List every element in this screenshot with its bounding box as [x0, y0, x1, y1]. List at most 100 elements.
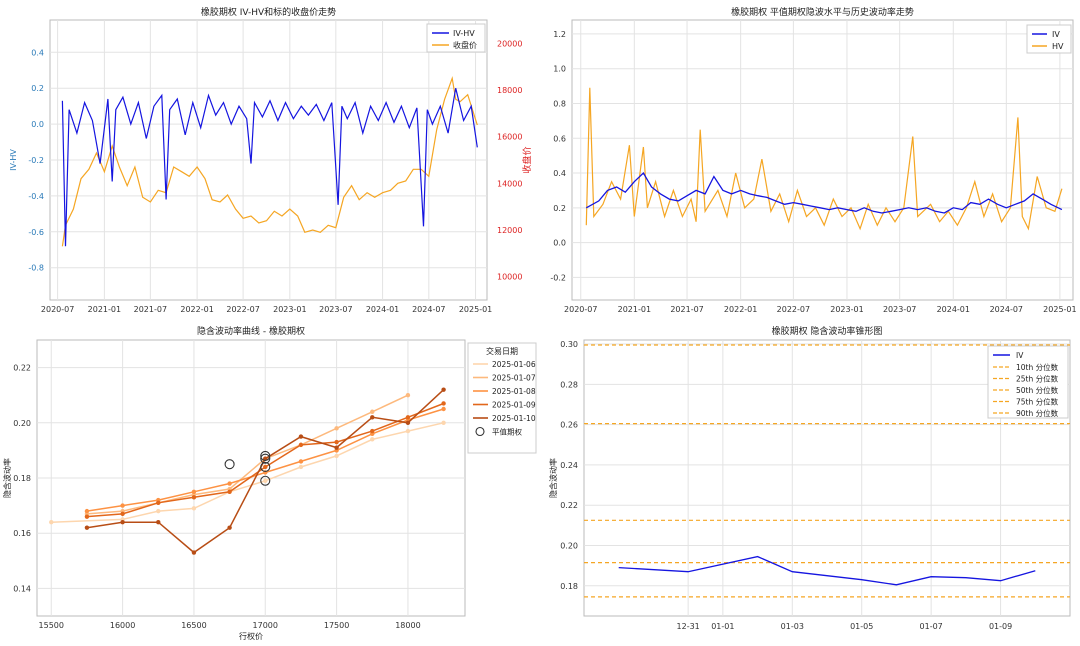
y-tick-label: 0.28: [560, 380, 578, 389]
y-right-tick-label: 16000: [497, 133, 522, 142]
legend-label-2025-01-10: 2025-01-10: [492, 414, 536, 423]
smile-point: [120, 519, 125, 525]
legend-label-hv: HV: [1052, 42, 1064, 51]
y-tick-label: 0.14: [13, 584, 31, 593]
y-tick-label: 0.6: [553, 134, 566, 143]
y-tick-label: 0.18: [560, 582, 578, 591]
legend-label-iv-hv: IV-HV: [453, 29, 475, 38]
y-tick-label: 1.0: [553, 65, 566, 74]
x-tick-label: 2023-01: [830, 305, 863, 314]
y-tick-label: 0.4: [553, 169, 566, 178]
x-tick-label: 2024-07: [990, 305, 1023, 314]
x-tick-label: 01-01: [711, 622, 734, 631]
x-tick-label: 2024-07: [412, 305, 445, 314]
smile-point: [334, 439, 339, 445]
smile-point: [370, 409, 375, 414]
smile-point: [370, 437, 375, 442]
smile-point: [441, 406, 446, 412]
legend-title: 交易日期: [486, 346, 518, 356]
x-tick-label: 01-05: [850, 622, 873, 631]
smile-point: [405, 420, 411, 425]
y-tick-label: 0.16: [13, 529, 31, 538]
legend-label-close: 收盘价: [453, 40, 477, 50]
y-tick-label: 0.22: [13, 364, 31, 373]
smile-point: [120, 511, 125, 517]
x-tick-label: 2021-07: [670, 305, 703, 314]
smile-point: [441, 387, 446, 392]
y-tick-label: 0.4: [31, 48, 44, 57]
chart-title: 隐含波动率曲线 - 橡胶期权: [197, 325, 305, 337]
legend-label-2025-01-07: 2025-01-07: [492, 374, 536, 383]
smile-point: [263, 478, 268, 483]
y-right-tick-label: 18000: [497, 86, 522, 95]
smile-point: [227, 489, 232, 494]
y-tick-label: 0.0: [31, 120, 44, 129]
x-tick-label: 2023-01: [273, 305, 306, 314]
x-tick-label: 2021-01: [88, 305, 121, 314]
x-tick-label: 2023-07: [883, 305, 916, 314]
y-tick-label: 0.26: [560, 421, 578, 430]
smile-point: [405, 393, 411, 398]
smile-point: [334, 426, 339, 431]
y-tick-label: 0.2: [31, 84, 44, 93]
y-tick-label: 0.20: [13, 419, 31, 428]
smile-point: [298, 434, 304, 439]
legend-box: [1026, 24, 1072, 54]
x-tick-label: 18000: [395, 621, 420, 630]
x-axis-label: 行权价: [239, 631, 263, 641]
x-tick-label: 16500: [181, 621, 206, 630]
x-tick-label: 2022-07: [226, 305, 259, 314]
y-axis-label: 隐含波动率: [2, 458, 12, 498]
iv-hv-close-chart: 2020-07 2021-01 2021-07 2022-01 2022-07 2023-…: [9, 6, 533, 314]
y-right-tick-label: 10000: [497, 273, 522, 282]
atm-iv-hv-chart-panel: 2020-07 2021-01 2021-07 2022-01 2022-07 2023-…: [540, 0, 1080, 318]
smile-point: [49, 519, 54, 525]
x-tick-label: 2025-01: [459, 305, 492, 314]
x-tick-label: 2020-07: [41, 305, 74, 314]
smile-point: [84, 508, 90, 514]
y-tick-label: 0.20: [560, 541, 578, 550]
smile-point: [298, 442, 304, 448]
y-tick-label: -0.2: [550, 273, 566, 282]
x-tick-label: 17000: [253, 621, 278, 630]
iv-cone-chart-panel: 12-31 01-01 01-03 01-05 01-07 01-09 0.18 0.20 0.…: [540, 318, 1080, 646]
x-tick-label: 2022-01: [724, 305, 757, 314]
iv-hv-close-chart-panel: 2020-07 2021-01 2021-07 2022-01 2022-07 2023-…: [0, 0, 540, 318]
smile-point: [191, 495, 197, 500]
legend-label-quantile: 90th 分位数: [1016, 408, 1059, 418]
y-tick-label: 0.22: [560, 501, 578, 510]
smile-point: [370, 415, 375, 420]
legend-label-iv: IV: [1016, 351, 1024, 360]
smile-point: [191, 489, 197, 494]
y-right-tick-label: 12000: [497, 226, 522, 235]
legend-label-iv: IV: [1052, 30, 1060, 39]
x-tick-label: 2021-01: [618, 305, 651, 314]
plot-area: [571, 19, 1074, 301]
y-tick-label: 0.0: [553, 239, 566, 248]
x-tick-label: 2022-07: [777, 305, 810, 314]
x-tick-label: 2022-01: [180, 305, 213, 314]
iv-smile-chart-panel: 15500 16000 16500 17000 17500 18000 0.14 0.16 0.…: [0, 318, 540, 646]
smile-point: [298, 464, 304, 470]
x-tick-label: 15500: [39, 621, 64, 630]
y-tick-label: 0.8: [553, 99, 566, 108]
smile-point: [334, 445, 339, 450]
x-tick-label: 16000: [110, 621, 135, 630]
y-right-tick-label: 20000: [497, 39, 522, 48]
y-axis-label: 隐含波动率: [548, 458, 558, 498]
x-tick-label: 17500: [324, 621, 349, 630]
x-tick-label: 01-03: [781, 622, 804, 631]
legend-label-quantile: 10th 分位数: [1016, 362, 1059, 372]
smile-point: [156, 519, 161, 525]
legend-label-quantile: 75th 分位数: [1016, 397, 1059, 407]
smile-point: [441, 420, 446, 425]
chart-title: 橡胶期权 平值期权隐波水平与历史波动率走势: [731, 6, 914, 18]
x-tick-label: 2021-07: [134, 305, 167, 314]
smile-point: [191, 550, 197, 555]
legend-label-quantile: 50th 分位数: [1016, 385, 1059, 395]
smile-point: [120, 503, 125, 508]
smile-point: [441, 401, 446, 406]
smile-point: [405, 415, 411, 420]
smile-point: [227, 481, 232, 486]
legend-label-2025-01-09: 2025-01-09: [492, 401, 536, 410]
